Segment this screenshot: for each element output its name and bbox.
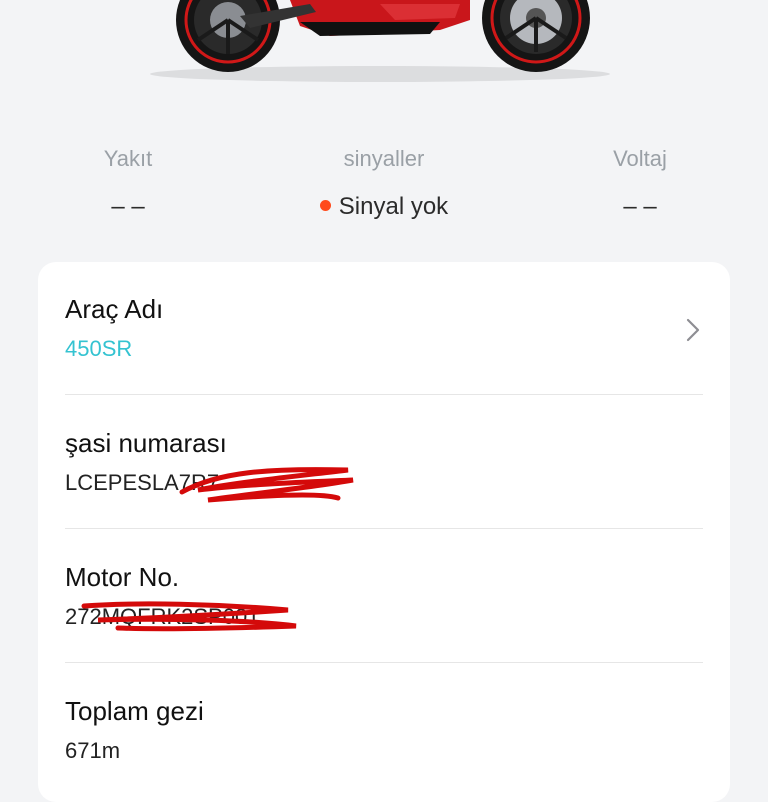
fuel-label: Yakıt xyxy=(103,146,153,171)
status-stats: Yakıt – – sinyaller Sinyal yok Voltaj – … xyxy=(0,140,768,230)
motor-value: 272MQFRK2SP001 xyxy=(65,604,260,629)
total-trip-title: Toplam gezi xyxy=(65,696,204,726)
signals-label: sinyaller xyxy=(343,146,425,171)
voltage-stat: Voltaj – – xyxy=(540,140,740,226)
motor-row: Motor No. 272MQFRK2SP001 xyxy=(65,560,703,632)
motor-title: Motor No. xyxy=(65,562,180,592)
chassis-row: şasi numarası LCEPESLA7R7 xyxy=(65,426,703,498)
signals-stat: sinyaller Sinyal yok xyxy=(284,140,484,226)
divider xyxy=(65,528,703,529)
vehicle-info-card: Araç Adı 450SR şasi numarası LCEPESLA7R7… xyxy=(38,262,730,802)
chassis-value: LCEPESLA7R7 xyxy=(65,470,220,495)
divider xyxy=(65,662,703,663)
total-trip-row: Toplam gezi 671m xyxy=(65,694,703,766)
fuel-value: – – xyxy=(111,193,145,220)
signals-value-wrap: Sinyal yok xyxy=(284,188,484,226)
motorcycle-image xyxy=(0,0,768,110)
vehicle-name-row[interactable]: Araç Adı 450SR xyxy=(65,292,703,364)
voltage-label: Voltaj xyxy=(613,146,667,171)
vehicle-name-title: Araç Adı xyxy=(65,294,164,324)
signal-status-dot-icon xyxy=(319,200,331,211)
signals-value: Sinyal yok xyxy=(338,193,449,220)
divider xyxy=(65,394,703,395)
voltage-value: – – xyxy=(623,193,657,220)
vehicle-name-value: 450SR xyxy=(65,336,133,361)
chassis-title: şasi numarası xyxy=(65,428,227,458)
total-trip-value: 671m xyxy=(65,738,121,763)
fuel-stat: Yakıt – – xyxy=(28,140,228,226)
chevron-right-icon[interactable] xyxy=(686,318,700,342)
